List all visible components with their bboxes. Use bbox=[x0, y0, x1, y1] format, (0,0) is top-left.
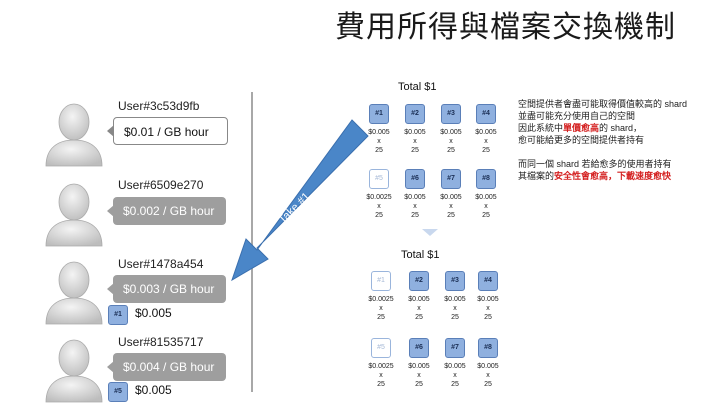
shard-price-line: x bbox=[486, 372, 490, 379]
shard-price-line: $0.005 bbox=[440, 129, 462, 136]
shard-price-line: $0.005 bbox=[408, 363, 430, 370]
note-line: 愈可能給更多的空間提供者持有 bbox=[518, 135, 645, 145]
shard-price-line: 25 bbox=[451, 314, 459, 321]
total-bottom: Total $1 bbox=[401, 249, 440, 261]
shard-price-line: $0.005 bbox=[475, 194, 497, 201]
shard-8: #8 bbox=[478, 338, 498, 358]
shard-price-line: 25 bbox=[451, 381, 459, 388]
shard-1: #1 bbox=[369, 104, 389, 124]
take-arrow: Take #1 bbox=[231, 119, 369, 282]
shard-price-line: x bbox=[449, 138, 453, 145]
note-line: 並盡可能充分使用自己的空間 bbox=[518, 111, 636, 121]
shard-price-line: 25 bbox=[447, 212, 455, 219]
shard-price-line: 25 bbox=[482, 147, 490, 154]
note-line: 而同一個 shard 若給愈多的使用者持有 bbox=[518, 159, 672, 169]
shard-price-line: $0.005 bbox=[475, 129, 497, 136]
note-highlight: 單價愈高 bbox=[563, 123, 600, 133]
shard-price-line: $0.005 bbox=[440, 194, 462, 201]
shard-price: $0.005 x 25 bbox=[362, 128, 396, 155]
shard-6: #6 bbox=[409, 338, 429, 358]
shard-price-line: $0.0025 bbox=[366, 194, 392, 201]
shard-price-line: 25 bbox=[411, 212, 419, 219]
shard-7: #7 bbox=[445, 338, 465, 358]
shard-price-line: 25 bbox=[375, 147, 383, 154]
down-arrow-icon bbox=[422, 229, 438, 236]
shard-price-line: $0.005 bbox=[444, 296, 466, 303]
shard-price: $0.005 x 25 bbox=[398, 193, 432, 220]
shard-price-line: $0.0025 bbox=[368, 363, 394, 370]
shard-price-line: 25 bbox=[415, 314, 423, 321]
shard-price-line: $0.005 bbox=[368, 129, 390, 136]
shard-price: $0.005 x 25 bbox=[402, 295, 436, 322]
shard-price-line: x bbox=[379, 305, 383, 312]
shard-price-line: 25 bbox=[482, 212, 490, 219]
shard-price: $0.005 x 25 bbox=[471, 295, 505, 322]
shard-price-line: $0.0025 bbox=[368, 296, 394, 303]
shard-price-line: x bbox=[413, 203, 417, 210]
shard-price-line: x bbox=[417, 372, 421, 379]
shard-3: #3 bbox=[441, 104, 461, 124]
note-highlight: 安全性會愈高，下載速度愈快 bbox=[554, 171, 672, 181]
note-text: 的 shard， bbox=[599, 123, 643, 133]
take-arrow-label: Take #1 bbox=[277, 190, 313, 226]
shard-price: $0.005 x 25 bbox=[469, 193, 503, 220]
shard-price: $0.005 x 25 bbox=[469, 128, 503, 155]
shard-price-line: $0.005 bbox=[444, 363, 466, 370]
shard-price-line: 25 bbox=[375, 212, 383, 219]
shard-price-line: $0.005 bbox=[404, 129, 426, 136]
shard-price-line: x bbox=[453, 305, 457, 312]
shard-price: $0.0025 x 25 bbox=[362, 193, 396, 220]
shard-2: #2 bbox=[409, 271, 429, 291]
shard-7: #7 bbox=[441, 169, 461, 189]
shard-8: #8 bbox=[476, 169, 496, 189]
note-line: 因此系統中單價愈高的 shard， bbox=[518, 122, 642, 134]
shard-price: $0.005 x 25 bbox=[434, 193, 468, 220]
shard-price-line: x bbox=[453, 372, 457, 379]
shard-1: #1 bbox=[371, 271, 391, 291]
shard-4: #4 bbox=[476, 104, 496, 124]
shard-price: $0.005 x 25 bbox=[398, 128, 432, 155]
shard-price: $0.005 x 25 bbox=[438, 362, 472, 389]
shard-price-line: $0.005 bbox=[404, 194, 426, 201]
shard-price-line: x bbox=[417, 305, 421, 312]
shard-price-line: 25 bbox=[377, 314, 385, 321]
shard-price-line: 25 bbox=[411, 147, 419, 154]
shard-price: $0.0025 x 25 bbox=[364, 362, 398, 389]
shard-price-line: 25 bbox=[377, 381, 385, 388]
shard-price-line: x bbox=[413, 138, 417, 145]
shard-price: $0.0025 x 25 bbox=[364, 295, 398, 322]
note-line: 空間提供者會盡可能取得價值較高的 shard bbox=[518, 99, 688, 109]
shard-price-line: 25 bbox=[484, 381, 492, 388]
shard-4: #4 bbox=[478, 271, 498, 291]
shard-price-line: 25 bbox=[447, 147, 455, 154]
shard-price-line: x bbox=[484, 203, 488, 210]
shard-price-line: 25 bbox=[415, 381, 423, 388]
note-text: 因此系統中 bbox=[518, 123, 564, 133]
shard-price-line: x bbox=[486, 305, 490, 312]
shard-price-line: $0.005 bbox=[477, 296, 499, 303]
shard-price-line: x bbox=[377, 203, 381, 210]
shard-5: #5 bbox=[371, 338, 391, 358]
shard-price: $0.005 x 25 bbox=[402, 362, 436, 389]
shard-2: #2 bbox=[405, 104, 425, 124]
shard-price-line: x bbox=[484, 138, 488, 145]
shard-price: $0.005 x 25 bbox=[434, 128, 468, 155]
note-text: 其檔案的 bbox=[518, 171, 555, 181]
shard-price-line: x bbox=[377, 138, 381, 145]
shard-3: #3 bbox=[445, 271, 465, 291]
shard-price-line: 25 bbox=[484, 314, 492, 321]
shard-price-line: x bbox=[379, 372, 383, 379]
shard-price-line: x bbox=[449, 203, 453, 210]
shard-price: $0.005 x 25 bbox=[438, 295, 472, 322]
shard-price-line: $0.005 bbox=[408, 296, 430, 303]
shard-price-line: $0.005 bbox=[477, 363, 499, 370]
total-top: Total $1 bbox=[398, 81, 437, 93]
note-line: 其檔案的安全性會愈高，下載速度愈快 bbox=[518, 170, 671, 182]
shard-price: $0.005 x 25 bbox=[471, 362, 505, 389]
shard-6: #6 bbox=[405, 169, 425, 189]
shard-5: #5 bbox=[369, 169, 389, 189]
